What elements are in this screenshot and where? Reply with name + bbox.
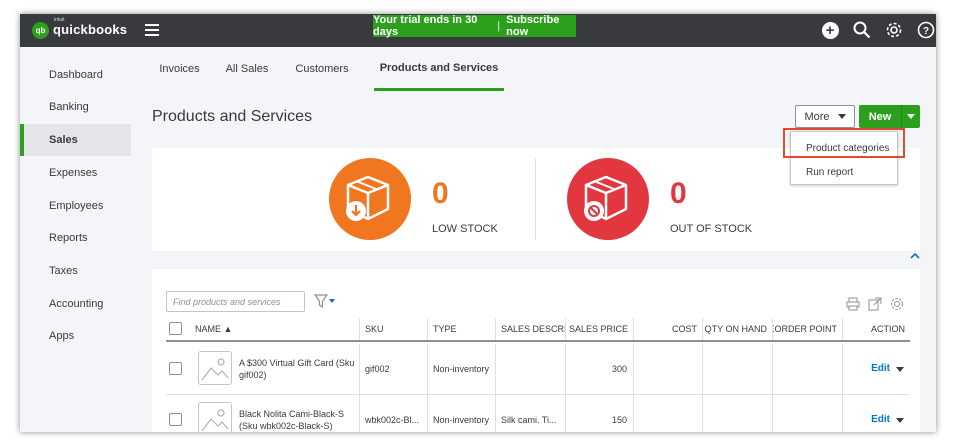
gear-icon[interactable]: [884, 20, 904, 40]
cell-type: Non-inventory: [428, 395, 496, 432]
cell-reorder-point: [773, 344, 843, 394]
column-header-reorder-point[interactable]: REORDER POINT: [773, 318, 843, 340]
sidebar-item-employees[interactable]: Employees: [20, 190, 131, 222]
logo-name-text: quickbooks: [53, 22, 128, 37]
chevron-down-icon: [837, 114, 846, 119]
help-icon[interactable]: ?: [916, 20, 936, 40]
sidebar-item-expenses[interactable]: Expenses: [20, 157, 131, 189]
column-header-action: ACTION: [870, 324, 905, 334]
plus-icon[interactable]: +: [820, 20, 840, 40]
cell-sales-description: [496, 344, 566, 394]
table-row: A $300 Virtual Gift Card (Sku gif002) gi…: [166, 344, 910, 395]
row-checkbox[interactable]: [169, 362, 182, 375]
sidebar-item-dashboard[interactable]: Dashboard: [20, 59, 131, 91]
more-button-label: More: [804, 110, 830, 123]
tab-all-sales[interactable]: All Sales: [218, 47, 276, 91]
menu-item-run-report[interactable]: Run report: [791, 160, 899, 184]
stock-divider: [535, 158, 536, 240]
sidebar-item-taxes[interactable]: Taxes: [20, 255, 131, 287]
app-window: qb intuit quickbooks Your trial ends in …: [20, 14, 936, 432]
column-header-cost[interactable]: COST: [634, 318, 703, 340]
column-header-qty-on-hand[interactable]: QTY ON HAND: [703, 318, 773, 340]
column-header-sales-description[interactable]: SALES DESCRIPT: [496, 318, 566, 340]
sidebar-item-reports[interactable]: Reports: [20, 222, 131, 254]
tab-customers[interactable]: Customers: [284, 47, 360, 91]
product-image-placeholder-icon: [198, 351, 232, 385]
more-button[interactable]: More: [795, 105, 855, 128]
logo-intuit-text: intuit: [54, 17, 65, 23]
export-icon[interactable]: [868, 297, 882, 311]
column-header-name[interactable]: NAME ▲: [190, 318, 360, 340]
cell-action: Edit: [843, 395, 910, 432]
cell-type: Non-inventory: [428, 344, 496, 394]
row-checkbox[interactable]: [169, 413, 182, 426]
chevron-down-icon[interactable]: [896, 417, 904, 423]
cell-qty-on-hand: [703, 344, 773, 394]
table-tools: [846, 297, 904, 311]
search-icon[interactable]: [852, 20, 872, 40]
svg-text:?: ?: [923, 26, 929, 37]
cell-sales-description: Silk cami. Ti...: [496, 395, 566, 432]
table-row: Black Nolita Cami-Black-S (Sku wbk002c-B…: [166, 395, 910, 432]
trial-text: Your trial ends in 30 days: [373, 14, 478, 38]
chevron-down-icon: [907, 114, 915, 119]
column-header-type[interactable]: TYPE: [428, 318, 496, 340]
trial-banner: Your trial ends in 30 days | Subscribe n…: [373, 14, 576, 38]
subscribe-now-link[interactable]: Subscribe now: [506, 14, 576, 38]
cell-name[interactable]: A $300 Virtual Gift Card (Sku gif002): [234, 344, 360, 394]
top-bar: qb intuit quickbooks Your trial ends in …: [20, 14, 936, 47]
search-input[interactable]: Find products and services: [166, 291, 305, 312]
cell-cost: [634, 395, 703, 432]
tab-invoices[interactable]: Invoices: [151, 47, 208, 91]
sidebar-item-sales[interactable]: Sales: [20, 124, 131, 156]
cell-name[interactable]: Black Nolita Cami-Black-S (Sku wbk002c-B…: [234, 395, 360, 432]
out-of-stock-circle[interactable]: [567, 158, 649, 240]
low-stock-count[interactable]: 0: [432, 179, 449, 209]
new-button-label: New: [868, 110, 892, 123]
new-button[interactable]: New: [859, 105, 920, 128]
box-blocked-icon: [584, 175, 628, 221]
trial-separator: |: [497, 20, 501, 32]
out-of-stock-count[interactable]: 0: [670, 179, 687, 209]
cell-sales-price: 300: [566, 344, 634, 394]
filter-icon[interactable]: [313, 294, 336, 313]
sidebar-item-accounting[interactable]: Accounting: [20, 288, 131, 320]
chevron-down-icon[interactable]: [896, 366, 904, 372]
table-header: NAME ▲ SKU TYPE SALES DESCRIPT SALES PRI…: [166, 318, 910, 342]
collapse-chevron-up-icon[interactable]: [910, 252, 920, 260]
tab-products-and-services[interactable]: Products and Services: [374, 47, 504, 91]
print-icon[interactable]: [846, 297, 860, 311]
highlight-annotation-box: [783, 128, 905, 158]
cell-sku: gif002: [360, 344, 428, 394]
qb-logo-icon: qb: [32, 21, 49, 39]
page-title: Products and Services: [152, 108, 313, 125]
edit-link[interactable]: Edit: [871, 363, 890, 375]
cell-cost: [634, 344, 703, 394]
box-download-icon: [346, 175, 390, 221]
quickbooks-logo[interactable]: qb intuit quickbooks: [32, 17, 128, 39]
sidebar-item-apps[interactable]: Apps: [20, 320, 131, 352]
sidebar: Dashboard Banking Sales Expenses Employe…: [20, 47, 131, 432]
tab-bar: Invoices All Sales Customers Products an…: [131, 47, 936, 91]
cell-sku: wbk002c-Bl...: [360, 395, 428, 432]
edit-link[interactable]: Edit: [871, 414, 890, 426]
cell-qty-on-hand: [703, 395, 773, 432]
new-dropdown-toggle[interactable]: [901, 105, 920, 128]
cell-reorder-point: [773, 395, 843, 432]
top-icons: + ?: [820, 20, 936, 40]
products-table-panel: Find products and services NAME ▲ SKU TY…: [152, 269, 920, 432]
hamburger-menu-icon[interactable]: [145, 24, 159, 36]
sidebar-item-banking[interactable]: Banking: [20, 91, 131, 123]
product-image-placeholder-icon: [198, 402, 232, 432]
out-of-stock-label: OUT OF STOCK: [670, 223, 753, 235]
column-header-sku[interactable]: SKU: [360, 318, 428, 340]
select-all-checkbox[interactable]: [169, 322, 182, 335]
column-header-sales-price[interactable]: SALES PRICE: [566, 318, 634, 340]
settings-gear-icon[interactable]: [890, 297, 904, 311]
low-stock-circle[interactable]: [329, 158, 411, 240]
low-stock-label: LOW STOCK: [432, 223, 498, 235]
cell-sales-price: 150: [566, 395, 634, 432]
cell-action: Edit: [843, 344, 910, 394]
